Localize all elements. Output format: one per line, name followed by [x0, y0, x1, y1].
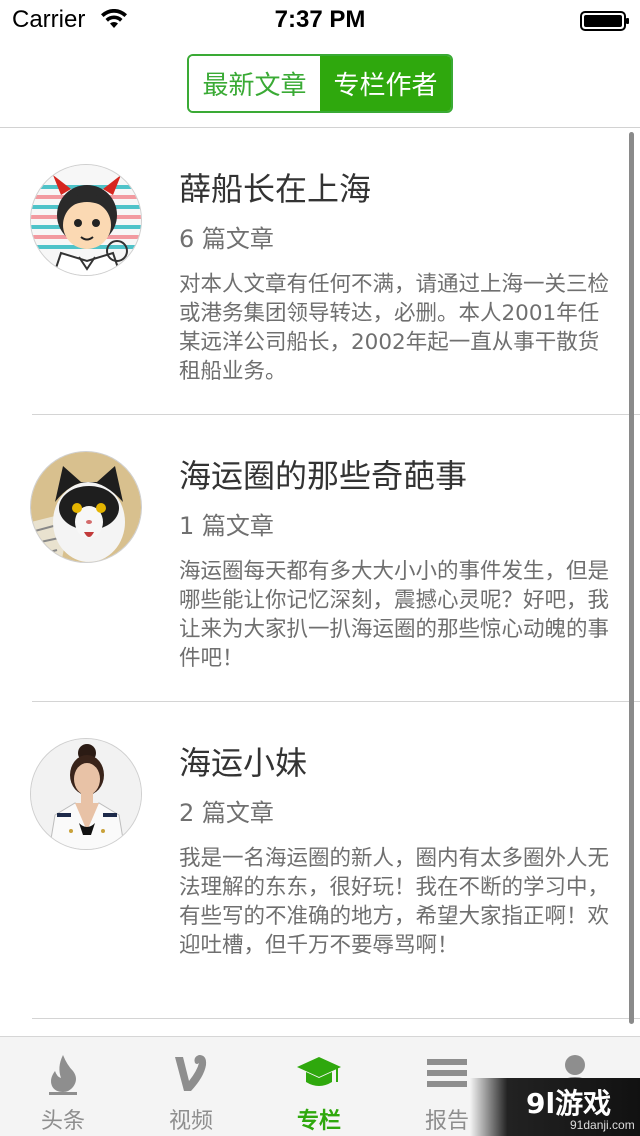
- vertical-scrollbar[interactable]: [629, 132, 634, 1024]
- tab-video[interactable]: 视频: [136, 1037, 246, 1136]
- author-description: 我是一名海运圈的新人，圈内有太多圈外人无法理解的东东，很好玩！我在不断的学习中，…: [179, 846, 610, 958]
- author-name: 海运小妹: [179, 744, 308, 782]
- tab-label: 视频: [168, 1109, 213, 1134]
- tab-label: 专栏: [296, 1109, 341, 1134]
- menu-lines-icon: [427, 1059, 467, 1087]
- article-count: 2 篇文章: [179, 799, 274, 827]
- tab-columns[interactable]: 专栏: [264, 1037, 374, 1136]
- cat-photo-avatar: [31, 452, 141, 562]
- segment-latest-articles[interactable]: 最新文章: [189, 56, 320, 111]
- segment-column-authors[interactable]: 专栏作者: [320, 56, 451, 111]
- row-divider: [32, 1018, 640, 1019]
- clock-time: 7:37 PM: [274, 6, 366, 33]
- author-description: 海运圈每天都有多大大小小的事件发生，但是哪些能让你记忆深刻，震撼心灵呢？好吧，我…: [179, 559, 610, 671]
- avatar: [30, 164, 142, 276]
- watermark: 9l游戏 91danji.com: [470, 1078, 640, 1136]
- article-count: 1 篇文章: [179, 512, 274, 540]
- watermark-url: 91danji.com: [570, 1118, 635, 1132]
- cartoon-devil-avatar: [31, 165, 141, 275]
- flame-icon: [49, 1055, 77, 1095]
- tab-label: 头条: [40, 1109, 85, 1134]
- watermark-logo: 9l游戏: [526, 1087, 612, 1120]
- author-description: 对本人文章有任何不满，请通过上海一关三检或港务集团领导转达，必删。本人2001年…: [179, 272, 610, 384]
- tab-headlines[interactable]: 头条: [8, 1037, 118, 1136]
- article-count: 6 篇文章: [179, 225, 274, 253]
- list-item[interactable]: 薛船长在上海 6 篇文章 对本人文章有任何不满，请通过上海一关三检或港务集团领导…: [0, 128, 640, 415]
- vine-icon: [175, 1055, 207, 1091]
- avatar: [30, 738, 142, 850]
- status-bar: Carrier 7:37 PM: [0, 0, 640, 40]
- author-name: 海运圈的那些奇葩事: [179, 457, 468, 495]
- avatar: [30, 451, 142, 563]
- author-name: 薛船长在上海: [179, 170, 372, 208]
- segmented-control: 最新文章 专栏作者: [187, 54, 453, 113]
- battery-icon: [580, 11, 629, 31]
- author-list[interactable]: 薛船长在上海 6 篇文章 对本人文章有任何不满，请通过上海一关三检或港务集团领导…: [0, 128, 640, 1036]
- list-item[interactable]: 海运小妹 2 篇文章 我是一名海运圈的新人，圈内有太多圈外人无法理解的东东，很好…: [0, 702, 640, 1020]
- graduation-cap-icon: [297, 1057, 341, 1086]
- list-item[interactable]: 海运圈的那些奇葩事 1 篇文章 海运圈每天都有多大大小小的事件发生，但是哪些能让…: [0, 415, 640, 702]
- woman-photo-avatar: [31, 739, 141, 849]
